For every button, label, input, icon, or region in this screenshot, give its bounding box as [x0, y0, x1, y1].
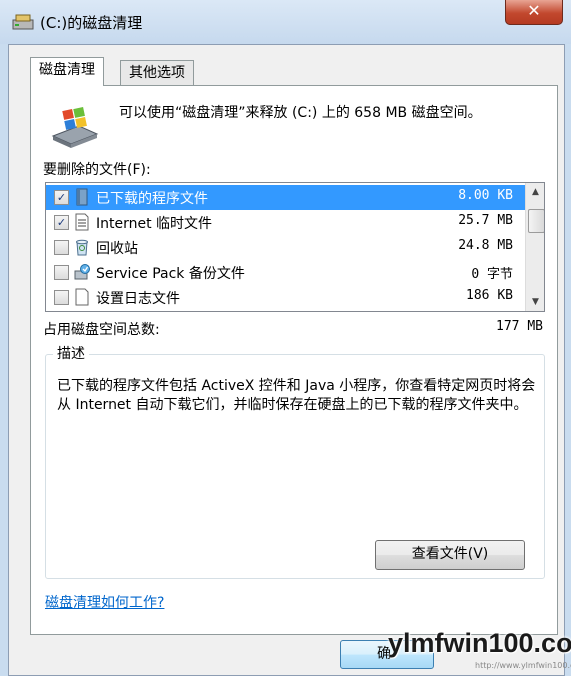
file-checkbox[interactable]: ✓ [54, 215, 69, 230]
files-to-delete-label: 要删除的文件(F): [43, 162, 151, 178]
file-name: 回收站 [96, 241, 138, 257]
file-checkbox[interactable]: ✓ [54, 190, 69, 205]
watermark-url: http://www.ylmfwin100.com [475, 661, 571, 670]
title-bar[interactable]: (C:)的磁盘清理 ✕ [0, 0, 571, 44]
list-item[interactable]: 回收站 24.8 MB [46, 235, 525, 260]
watermark: ylmfwin100.com [388, 628, 571, 658]
files-list[interactable]: ✓ 已下载的程序文件 8.00 KB ✓ Internet 临时文件 25.7 … [45, 182, 545, 312]
tab-more-options[interactable]: 其他选项 [120, 60, 194, 86]
file-size: 0 字节 [471, 267, 513, 282]
recycle-bin-icon [76, 239, 88, 256]
list-scrollbar[interactable]: ▲ ▼ [525, 183, 544, 311]
window-title: (C:)的磁盘清理 [40, 14, 143, 32]
file-name: 已下载的程序文件 [96, 191, 208, 207]
file-checkbox[interactable] [54, 290, 69, 305]
ok-button-label: 确 [377, 646, 391, 662]
list-item[interactable]: Service Pack 备份文件 0 字节 [46, 260, 525, 285]
file-checkbox[interactable] [54, 240, 69, 255]
total-space-label: 占用磁盘空间总数: [43, 322, 160, 338]
file-size: 186 KB [466, 288, 513, 303]
document-icon [75, 288, 89, 306]
tab-disk-cleanup[interactable]: 磁盘清理 [30, 57, 104, 86]
file-size: 24.8 MB [458, 238, 513, 253]
help-link[interactable]: 磁盘清理如何工作? [45, 592, 164, 612]
view-files-button[interactable]: 查看文件(V) [375, 540, 525, 570]
list-item[interactable]: ✓ 已下载的程序文件 8.00 KB [46, 185, 525, 210]
file-checkbox[interactable] [54, 265, 69, 280]
file-name: Internet 临时文件 [96, 216, 213, 232]
file-size: 25.7 MB [458, 213, 513, 228]
service-pack-icon [74, 264, 90, 280]
disk-cleanup-app-icon [12, 14, 34, 30]
disk-cleanup-icon [51, 107, 99, 148]
scroll-up-icon[interactable]: ▲ [526, 183, 544, 201]
close-button[interactable]: ✕ [505, 0, 563, 25]
list-item[interactable]: 设置日志文件 186 KB [46, 285, 525, 310]
file-name: Service Pack 备份文件 [96, 266, 245, 282]
scroll-thumb[interactable] [528, 209, 544, 233]
document-icon [75, 213, 89, 231]
disk-cleanup-dialog: 磁盘清理 其他选项 可以使用“磁盘清理”来释放 (C:) 上的 658 MB 磁… [8, 44, 565, 676]
list-item[interactable]: ✓ Internet 临时文件 25.7 MB [46, 210, 525, 235]
intro-text: 可以使用“磁盘清理”来释放 (C:) 上的 658 MB 磁盘空间。 [119, 105, 482, 121]
tab-panel: 可以使用“磁盘清理”来释放 (C:) 上的 658 MB 磁盘空间。 要删除的文… [30, 85, 558, 635]
total-space-value: 177 MB [496, 319, 543, 334]
folder-icon [76, 188, 88, 206]
description-title: 描述 [53, 343, 89, 363]
file-name: 设置日志文件 [96, 291, 180, 307]
file-size: 8.00 KB [458, 188, 513, 203]
scroll-down-icon[interactable]: ▼ [526, 293, 544, 311]
description-text: 已下载的程序文件包括 ActiveX 控件和 Java 小程序，你查看特定网页时… [57, 378, 536, 413]
